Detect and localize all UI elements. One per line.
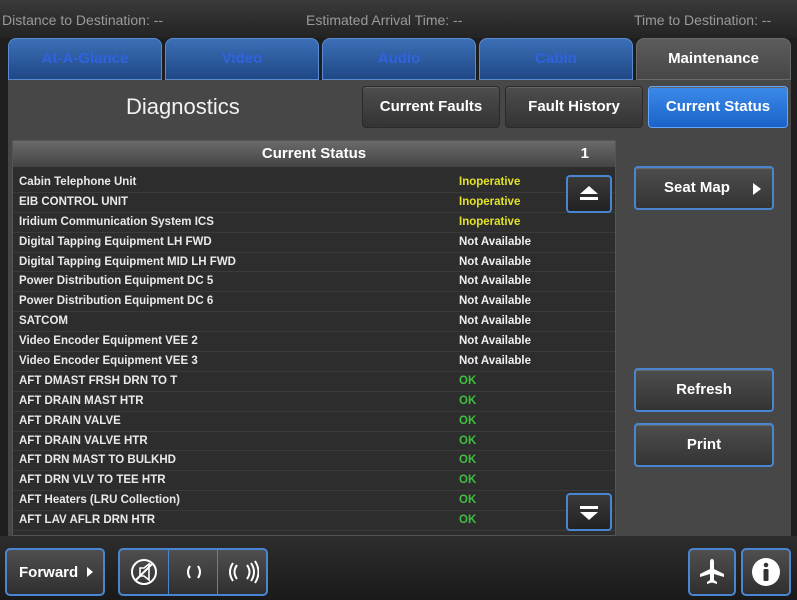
status-row-name: AFT DMAST FRSH DRN TO T	[19, 374, 178, 387]
status-rows: Cabin Telephone Unit Inoperative EIB CONTR…	[13, 173, 615, 532]
diagnostics-title: Diagnostics	[126, 94, 240, 119]
status-row-value: Inoperative	[459, 176, 521, 188]
status-row[interactable]: AFT DRAIN VALVE HTR OK	[13, 432, 615, 452]
status-row-name: AFT DRAIN VALVE HTR	[19, 434, 148, 447]
tab-video[interactable]: Video	[165, 38, 319, 80]
status-row-name: Digital Tapping Equipment LH FWD	[19, 235, 212, 248]
list-header: Current Status 1	[13, 141, 615, 167]
status-row-value: OK	[459, 514, 477, 527]
status-row[interactable]: AFT DRN VLV TO TEE HTR OK	[13, 471, 615, 492]
top-info-bar: Distance to Destination: -- Estimated Ar…	[0, 0, 797, 38]
status-row-name: Cabin Telephone Unit	[19, 176, 137, 188]
main-tabs: At-A-Glance Video Audio Cabin Maintenanc…	[8, 38, 791, 80]
volume-control-group	[118, 548, 268, 596]
tab-maintenance[interactable]: Maintenance	[636, 38, 791, 80]
mute-icon	[131, 559, 157, 585]
tab-audio[interactable]: Audio	[322, 38, 476, 80]
distance-to-destination: Distance to Destination: --	[2, 12, 164, 28]
bottom-bar: Forward	[0, 536, 797, 600]
info-icon	[752, 558, 780, 586]
status-row-name: Video Encoder Equipment VEE 2	[19, 335, 198, 348]
status-row[interactable]: AFT DRAIN VALVE OK	[13, 412, 615, 432]
status-row-value: OK	[459, 434, 477, 447]
status-row-name: AFT DRAIN VALVE	[19, 414, 121, 427]
fault-history-button[interactable]: Fault History	[505, 86, 643, 128]
volume-up-icon	[229, 560, 259, 584]
current-status-button[interactable]: Current Status	[648, 86, 788, 128]
chevron-right-icon	[87, 567, 94, 577]
status-row-value: OK	[459, 494, 477, 507]
status-row-name: AFT DRAIN MAST HTR	[19, 394, 144, 407]
status-row-value: OK	[459, 474, 477, 487]
status-row-name: AFT LAV AFLR DRN HTR	[19, 514, 156, 527]
tab-at-a-glance[interactable]: At-A-Glance	[8, 38, 162, 80]
status-row[interactable]: SATCOM Not Available	[13, 312, 615, 333]
status-row-value: OK	[459, 414, 477, 427]
status-row[interactable]: AFT DMAST FRSH DRN TO T OK	[13, 372, 615, 392]
tab-cabin[interactable]: Cabin	[479, 38, 633, 80]
scroll-to-top-button[interactable]	[566, 175, 612, 213]
status-row-value: Not Available	[459, 235, 531, 248]
scroll-to-bottom-button[interactable]	[566, 493, 612, 531]
status-row-name: AFT Heaters (LRU Collection)	[19, 494, 181, 507]
time-to-destination: Time to Destination: --	[634, 12, 772, 28]
print-button[interactable]: Print	[634, 423, 774, 467]
refresh-button[interactable]: Refresh	[634, 368, 774, 412]
status-row[interactable]: AFT LAV AFLR DRN HTR OK	[13, 511, 615, 532]
page-number: 1	[580, 145, 589, 162]
status-row-value: Not Available	[459, 275, 531, 288]
status-row-name: AFT DRN MAST TO BULKHD	[19, 454, 176, 467]
status-row-name: SATCOM	[19, 315, 68, 328]
status-row-value: OK	[459, 394, 477, 407]
flight-info-button[interactable]	[688, 548, 736, 596]
status-row-value: Not Available	[459, 295, 531, 308]
chevron-right-icon	[753, 183, 761, 195]
forward-label: Forward	[19, 563, 79, 581]
current-faults-button[interactable]: Current Faults	[362, 86, 500, 128]
status-row-value: OK	[459, 454, 477, 467]
status-row-value: Not Available	[459, 335, 531, 348]
airplane-icon	[700, 559, 724, 584]
current-status-list: Current Status 1 Cabin Telephone Unit Ino…	[12, 140, 616, 536]
status-row-name: Power Distribution Equipment DC 6	[19, 295, 214, 308]
status-row-name: AFT DRN VLV TO TEE HTR	[19, 474, 166, 487]
seat-map-label: Seat Map	[664, 179, 730, 196]
estimated-arrival-time: Estimated Arrival Time: --	[306, 12, 463, 28]
volume-down-button[interactable]	[170, 550, 218, 594]
info-button[interactable]	[741, 548, 791, 596]
forward-button[interactable]: Forward	[5, 548, 105, 596]
status-row[interactable]: Video Encoder Equipment VEE 3 Not Availab…	[13, 352, 615, 372]
status-row-value: OK	[459, 374, 477, 387]
status-row[interactable]: AFT Heaters (LRU Collection) OK	[13, 491, 615, 512]
status-row[interactable]: Iridium Communication System ICS Inoperat…	[13, 213, 615, 233]
status-row[interactable]: Digital Tapping Equipment LH FWD Not Avai…	[13, 233, 615, 253]
status-row[interactable]: Power Distribution Equipment DC 5 Not Ava…	[13, 272, 615, 293]
status-row[interactable]: Digital Tapping Equipment MID LH FWD Not …	[13, 253, 615, 273]
status-row-value: Not Available	[459, 255, 531, 268]
status-row-name: EIB CONTROL UNIT	[19, 195, 129, 208]
status-row[interactable]: Video Encoder Equipment VEE 2 Not Availab…	[13, 332, 615, 353]
status-row[interactable]: EIB CONTROL UNIT Inoperative	[13, 193, 615, 213]
seat-map-button[interactable]: Seat Map	[634, 166, 774, 210]
mute-button[interactable]	[120, 550, 169, 594]
status-row[interactable]: Cabin Telephone Unit Inoperative	[13, 173, 615, 193]
status-row[interactable]: Power Distribution Equipment DC 6 Not Ava…	[13, 292, 615, 313]
double-down-arrow-icon	[580, 506, 598, 520]
status-row[interactable]: AFT DRN MAST TO BULKHD OK	[13, 451, 615, 472]
status-row-name: Iridium Communication System ICS	[19, 215, 214, 228]
maintenance-panel: Diagnostics Current Faults Fault History…	[8, 80, 791, 536]
status-row[interactable]: AFT DRAIN MAST HTR OK	[13, 392, 615, 412]
status-row-name: Video Encoder Equipment VEE 3	[19, 355, 198, 368]
status-row-name: Digital Tapping Equipment MID LH FWD	[19, 255, 236, 268]
status-row-value: Inoperative	[459, 215, 521, 228]
volume-up-button[interactable]	[219, 550, 267, 594]
list-title: Current Status	[261, 145, 367, 162]
status-row-value: Inoperative	[459, 195, 521, 208]
status-row-name: Power Distribution Equipment DC 5	[19, 275, 214, 288]
volume-down-icon	[186, 565, 201, 579]
status-row-value: Not Available	[459, 315, 531, 328]
double-up-arrow-icon	[580, 186, 598, 200]
status-row-value: Not Available	[459, 355, 531, 368]
